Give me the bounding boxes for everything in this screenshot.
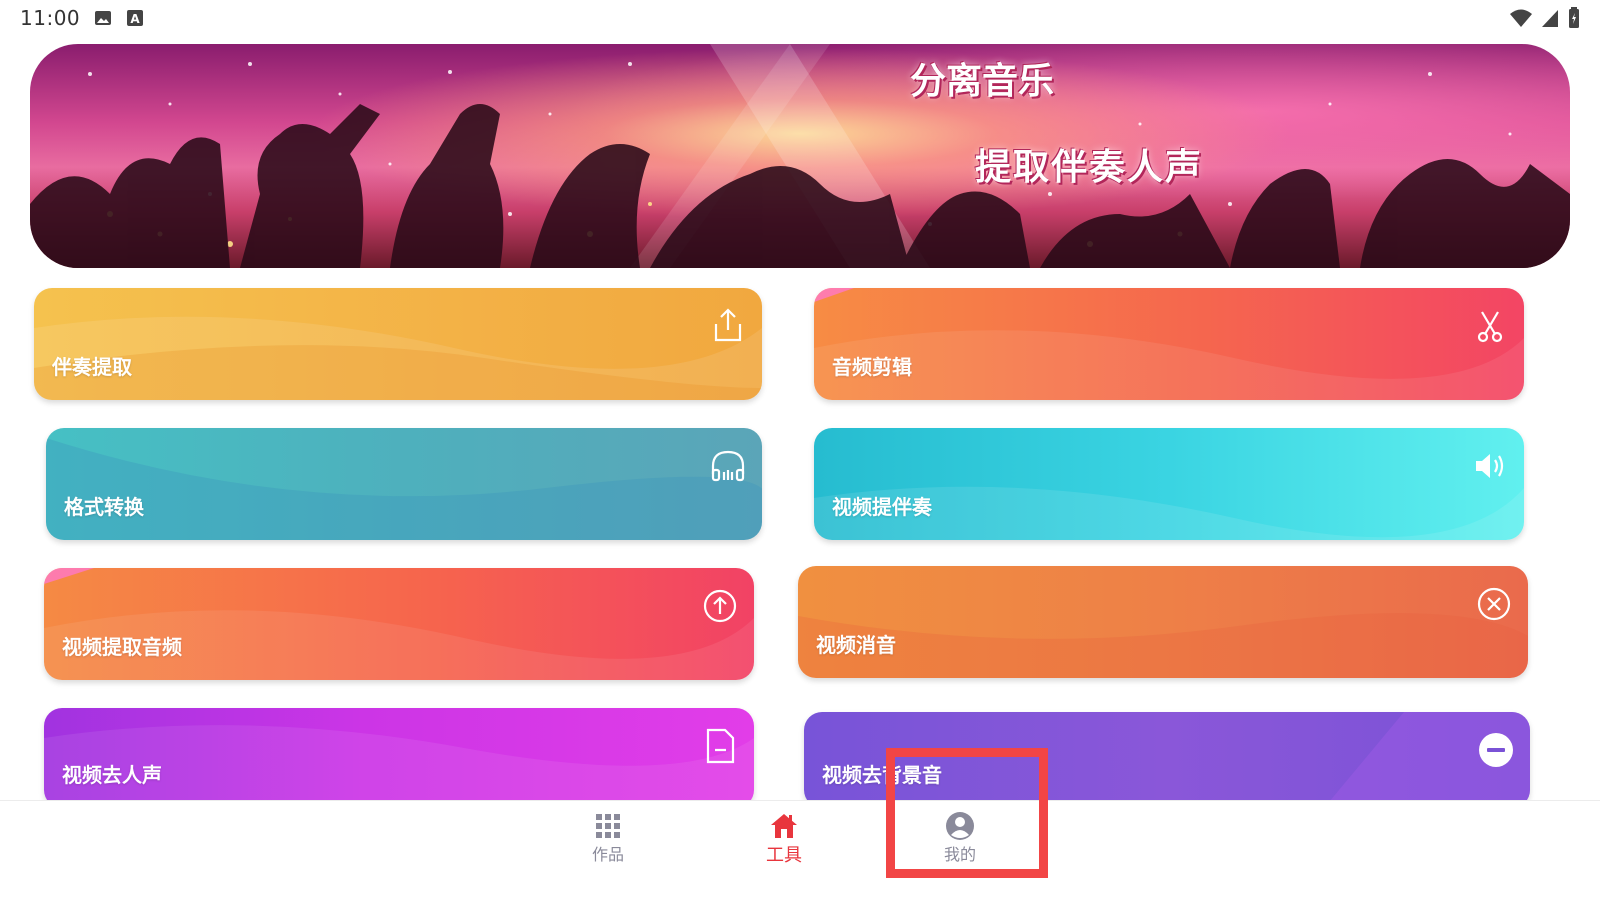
headphones-icon [711, 450, 745, 482]
tool-card-label: 音频剪辑 [832, 355, 912, 379]
bottom-navigation: 作品 工具 我的 [0, 800, 1600, 900]
promo-banner[interactable]: 分离音乐 提取伴奏人声 [30, 44, 1570, 268]
card-wave-decoration [798, 613, 1528, 678]
tool-card-label: 格式转换 [64, 495, 144, 519]
card-wave-decoration [46, 438, 762, 540]
tool-card-label: 视频去人声 [62, 763, 162, 787]
user-icon [946, 812, 974, 840]
tool-card-format-convert[interactable]: 格式转换 [46, 428, 762, 540]
card-wave-decoration [44, 568, 754, 680]
nav-tab-works[interactable]: 作品 [568, 811, 648, 865]
tool-card-label: 视频消音 [816, 633, 896, 657]
tool-card-video-accompaniment[interactable]: 视频提伴奏 [814, 428, 1524, 540]
tool-card-video-extract-audio[interactable]: 视频提取音频 [44, 568, 754, 680]
tool-card-audio-edit[interactable]: 音频剪辑 [814, 288, 1524, 400]
grid-icon [596, 814, 620, 838]
document-minus-icon [706, 728, 735, 764]
tool-card-label: 视频提取音频 [62, 635, 182, 659]
card-wave-decoration [814, 288, 1524, 400]
tool-card-video-remove-background[interactable]: 视频去背景音 [804, 712, 1530, 808]
tool-card-label: 视频提伴奏 [832, 495, 932, 519]
status-time: 11:00 [20, 6, 81, 30]
image-icon [95, 11, 112, 25]
banner-title: 分离音乐 [910, 60, 1055, 102]
card-wave-decoration [34, 316, 762, 400]
circle-up-arrow-icon [703, 589, 737, 623]
banner-illustration [30, 44, 1570, 268]
wifi-icon [1510, 9, 1532, 27]
nav-tab-label: 工具 [766, 845, 802, 866]
signal-icon [1542, 10, 1558, 27]
tool-card-video-mute[interactable]: 视频消音 [798, 566, 1528, 678]
battery-icon [1569, 7, 1579, 28]
svg-text:A: A [130, 12, 140, 26]
scissors-icon [1477, 311, 1503, 343]
banner-subtitle: 提取伴奏人声 [975, 146, 1204, 188]
home-icon [771, 814, 797, 838]
circle-minus-icon [1479, 733, 1513, 767]
speaker-icon [1476, 454, 1504, 478]
card-wave-decoration [814, 486, 1524, 540]
tool-card-label: 视频去背景音 [822, 763, 942, 787]
tool-card-video-remove-vocals[interactable]: 视频去人声 [44, 708, 754, 808]
tool-card-label: 伴奏提取 [52, 355, 132, 379]
card-wave-decoration [44, 725, 754, 808]
nav-tab-label: 我的 [943, 845, 976, 864]
circle-x-icon [1477, 587, 1511, 621]
tool-card-accompaniment-extract[interactable]: 伴奏提取 [34, 288, 762, 400]
share-upload-icon [714, 308, 742, 342]
nav-tab-mine[interactable]: 我的 [920, 811, 1000, 865]
nav-tab-label: 作品 [591, 845, 624, 864]
nav-tab-tools[interactable]: 工具 [744, 811, 824, 867]
status-bar: 11:00 A [0, 0, 1600, 36]
a-badge-icon: A [127, 10, 144, 26]
